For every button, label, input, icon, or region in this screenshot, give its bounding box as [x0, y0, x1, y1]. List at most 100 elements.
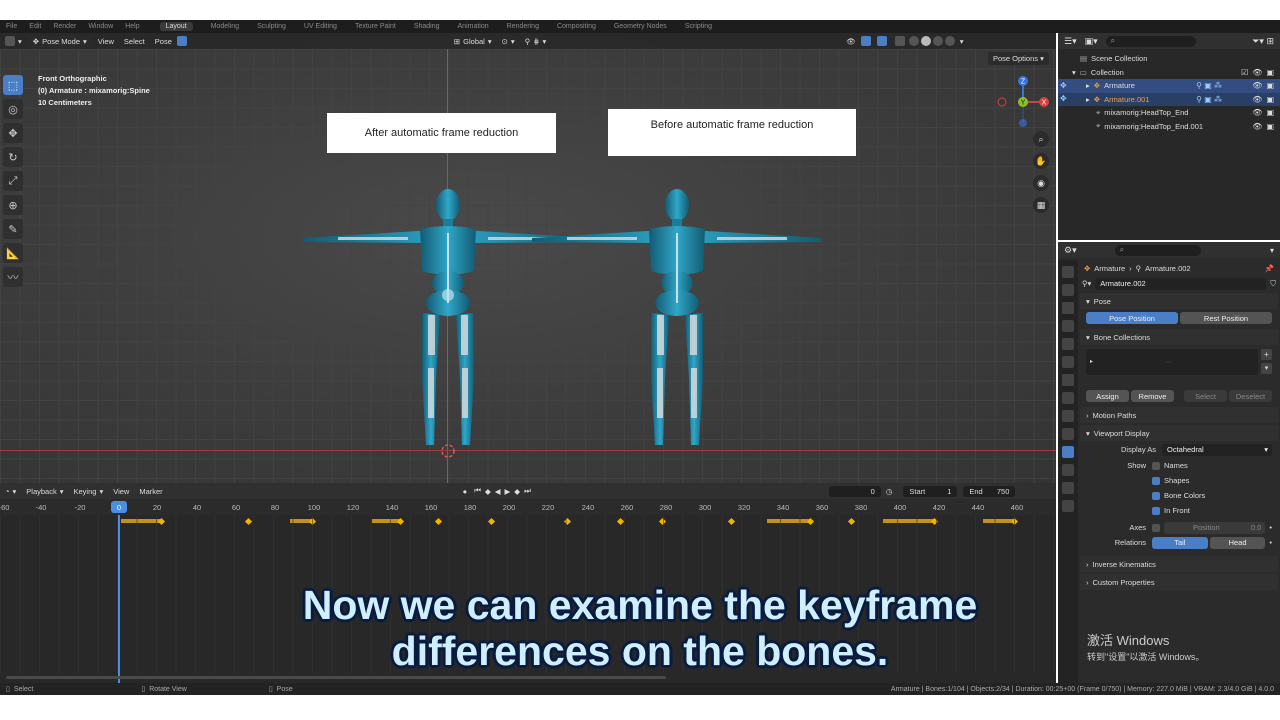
- menu-edit[interactable]: Edit: [29, 23, 41, 30]
- keyframe[interactable]: [1010, 517, 1019, 526]
- end-frame-field[interactable]: End 750: [963, 485, 1016, 497]
- pose-position-button[interactable]: Pose Position: [1086, 312, 1178, 324]
- keyframe[interactable]: [157, 517, 166, 526]
- assign-button[interactable]: Assign: [1086, 390, 1129, 402]
- armature-data-tab-icon[interactable]: [1062, 446, 1074, 458]
- keyframe[interactable]: [806, 517, 815, 526]
- outliner-editor-icon[interactable]: ☰▾: [1064, 36, 1077, 47]
- collection-menu-icon[interactable]: ▾: [1261, 363, 1272, 374]
- eye-icon[interactable]: 👁: [1252, 68, 1262, 77]
- playhead-label[interactable]: 0: [111, 501, 127, 513]
- physics-tab-icon[interactable]: [1062, 428, 1074, 440]
- tab-scripting[interactable]: Scripting: [685, 23, 712, 30]
- eye-icon[interactable]: 👁: [1252, 122, 1262, 131]
- eye-icon[interactable]: 👁: [1252, 95, 1262, 104]
- fake-user-shield-icon[interactable]: ⛉: [1270, 279, 1276, 289]
- pan-hand-icon[interactable]: ✋: [1033, 153, 1049, 169]
- keyframe[interactable]: [244, 517, 253, 526]
- section-bone-collections[interactable]: ▾ Bone Collections: [1080, 329, 1278, 345]
- camera-icon[interactable]: ◉: [1033, 175, 1049, 191]
- keyframe[interactable]: [658, 517, 667, 526]
- view-layer-tab-icon[interactable]: [1062, 320, 1074, 332]
- ortho-grid-icon[interactable]: ▦: [1033, 197, 1049, 213]
- section-pose[interactable]: ▾ Pose: [1080, 293, 1278, 309]
- 3d-viewport[interactable]: ▾ ✥ Pose Mode ▾ View Select Pose ⊞ Global …: [0, 33, 1056, 483]
- texture-tab-icon[interactable]: [1062, 500, 1074, 512]
- menu-window[interactable]: Window: [88, 23, 113, 30]
- outliner[interactable]: ☰▾ ▣▾ ⌕ ⏷▾ ⊞ ▤ Scene Collection ▾ ▭ Coll…: [1058, 33, 1280, 240]
- tab-compositing[interactable]: Compositing: [557, 23, 596, 30]
- camera-render-icon[interactable]: ▣: [1266, 108, 1274, 117]
- names-checkbox[interactable]: [1152, 461, 1160, 470]
- properties-editor[interactable]: ⚙▾ ⌕ ▾ ✥ Armature › ⚲ Armature.002 📌 ⚲▾ …: [1058, 242, 1280, 683]
- tab-shading[interactable]: Shading: [414, 23, 440, 30]
- timeline-editor-type[interactable]: ◔ ▾: [0, 487, 21, 496]
- play-reverse-icon[interactable]: ◀: [493, 487, 503, 496]
- menu-marker[interactable]: Marker: [134, 487, 167, 496]
- tab-sculpting[interactable]: Sculpting: [257, 23, 286, 30]
- expand-icon[interactable]: ▾: [1072, 68, 1076, 77]
- outliner-scene-collection[interactable]: ▤ Scene Collection: [1058, 52, 1280, 66]
- properties-search[interactable]: ⌕: [1114, 244, 1201, 256]
- keyframe[interactable]: [396, 517, 405, 526]
- display-mode-icon[interactable]: ▣▾: [1085, 36, 1098, 47]
- bone-tab-icon[interactable]: [1062, 464, 1074, 476]
- rest-position-button[interactable]: Rest Position: [1180, 312, 1272, 324]
- select-button[interactable]: Select: [1184, 390, 1227, 402]
- outliner-item-headtop[interactable]: ⌖ mixamorig:HeadTop_End 👁 ▣: [1058, 106, 1280, 120]
- outliner-item-armature[interactable]: ▸ ✥ Armature ⚲ ▣ ⁂ 👁 ▣: [1058, 79, 1280, 93]
- scene-tab-icon[interactable]: [1062, 338, 1074, 350]
- start-frame-field[interactable]: Start 1: [903, 485, 958, 497]
- timeline-scrollbar[interactable]: [6, 676, 666, 679]
- menu-timeline-view[interactable]: View: [108, 487, 134, 496]
- tab-texture-paint[interactable]: Texture Paint: [355, 23, 396, 30]
- tab-geometry-nodes[interactable]: Geometry Nodes: [614, 23, 667, 30]
- eye-icon[interactable]: 👁: [1252, 108, 1262, 117]
- keyframe[interactable]: [616, 517, 625, 526]
- list-expand-icon[interactable]: ▸: [1090, 358, 1093, 365]
- keyframe[interactable]: [930, 517, 939, 526]
- in-front-checkbox[interactable]: [1152, 506, 1160, 515]
- jump-end-icon[interactable]: ⏭: [522, 486, 533, 496]
- eye-icon[interactable]: 👁: [1252, 81, 1262, 90]
- deselect-button[interactable]: Deselect: [1229, 390, 1272, 402]
- camera-render-icon[interactable]: ▣: [1266, 81, 1274, 90]
- zoom-icon[interactable]: ⌕: [1033, 131, 1049, 147]
- outliner-item-headtop-001[interactable]: ⌖ mixamorig:HeadTop_End.001 👁 ▣: [1058, 120, 1280, 134]
- display-as-dropdown[interactable]: Octahedral ▾: [1162, 443, 1272, 456]
- section-inverse-kinematics[interactable]: › Inverse Kinematics: [1080, 556, 1278, 572]
- menu-render[interactable]: Render: [53, 23, 76, 30]
- outliner-collection[interactable]: ▾ ▭ Collection ☑ 👁 ▣: [1058, 66, 1280, 80]
- section-custom-properties[interactable]: › Custom Properties: [1080, 574, 1278, 590]
- expand-icon[interactable]: ▸: [1086, 81, 1090, 90]
- menu-help[interactable]: Help: [125, 23, 139, 30]
- render-tab-icon[interactable]: [1062, 284, 1074, 296]
- world-tab-icon[interactable]: [1062, 356, 1074, 368]
- properties-options-icon[interactable]: ▾: [1270, 246, 1274, 255]
- menu-playback[interactable]: Playback ▾: [21, 487, 68, 496]
- keyframe[interactable]: [727, 517, 736, 526]
- navigation-gizmo[interactable]: Z X Y: [996, 75, 1050, 129]
- section-viewport-display[interactable]: ▾ Viewport Display: [1080, 425, 1278, 441]
- tool-tab-icon[interactable]: [1062, 266, 1074, 278]
- bone-constraint-tab-icon[interactable]: [1062, 482, 1074, 494]
- axes-position-field[interactable]: Position 0.0: [1164, 521, 1266, 534]
- outliner-item-armature-001[interactable]: ▸ ✥ Armature.001 ⚲ ▣ ⁂ 👁 ▣: [1058, 92, 1280, 106]
- keyframe[interactable]: [308, 517, 317, 526]
- shapes-checkbox[interactable]: [1152, 476, 1160, 485]
- keyframe[interactable]: [487, 517, 496, 526]
- prev-key-icon[interactable]: ◆: [483, 487, 493, 496]
- camera-render-icon[interactable]: ▣: [1266, 95, 1274, 104]
- keyframe[interactable]: [434, 517, 443, 526]
- armature-data-icon[interactable]: ⚲▾: [1082, 279, 1091, 288]
- tab-layout[interactable]: Layout: [159, 22, 193, 31]
- collection-tab-icon[interactable]: [1062, 374, 1074, 386]
- tab-uv-editing[interactable]: UV Editing: [304, 23, 337, 30]
- stopwatch-icon[interactable]: ◷: [881, 487, 898, 496]
- bone-collections-list[interactable]: ▸ ⋯: [1086, 349, 1258, 375]
- bone-colors-checkbox[interactable]: [1152, 491, 1160, 500]
- modifiers-tab-icon[interactable]: [1062, 410, 1074, 422]
- keyframe-dot-icon[interactable]: •: [1269, 523, 1272, 532]
- camera-render-icon[interactable]: ▣: [1266, 68, 1274, 77]
- remove-button[interactable]: Remove: [1131, 390, 1174, 402]
